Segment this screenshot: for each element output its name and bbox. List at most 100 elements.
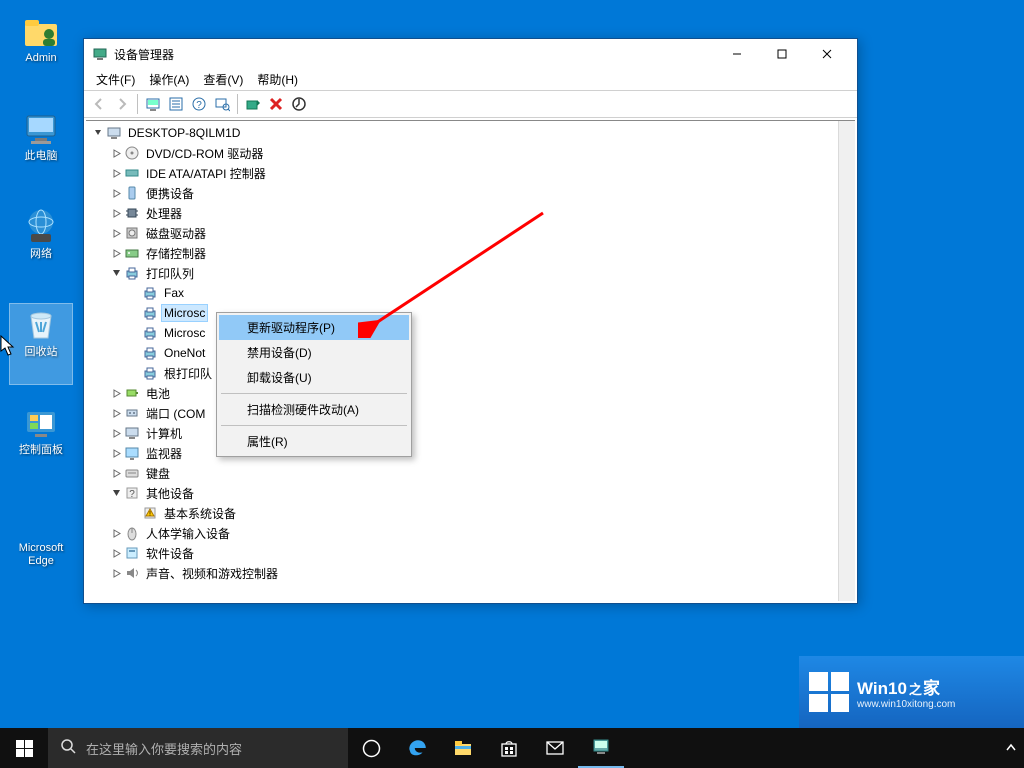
desktop-icon-label: 此电脑 xyxy=(25,150,58,163)
computer-icon xyxy=(106,125,122,141)
hid-icon xyxy=(124,525,140,541)
tool-help-icon[interactable]: ? xyxy=(188,93,210,115)
monitor-icon xyxy=(124,445,140,461)
desktop-icon-edge[interactable]: Microsoft Edge xyxy=(10,500,72,580)
disc-icon xyxy=(124,145,140,161)
collapse-icon[interactable] xyxy=(110,487,122,499)
tree-label: 存储控制器 xyxy=(144,244,208,263)
desktop-icon-control-panel[interactable]: 控制面板 xyxy=(10,402,72,482)
tree-category[interactable]: 处理器 xyxy=(108,203,838,223)
collapse-icon[interactable] xyxy=(92,127,104,139)
expand-icon[interactable] xyxy=(110,547,122,559)
computer-icon xyxy=(21,108,61,148)
tree-label: 电池 xyxy=(144,384,172,403)
collapse-icon[interactable] xyxy=(110,267,122,279)
tree-root[interactable]: DESKTOP-8QILM1D xyxy=(90,123,838,143)
file-explorer-taskbar-icon[interactable] xyxy=(440,728,486,768)
svg-text:?: ? xyxy=(129,489,135,500)
expand-icon[interactable] xyxy=(110,407,122,419)
device-manager-window: 设备管理器 文件(F) 操作(A) 查看(V) 帮助(H) ? xyxy=(83,38,858,604)
tool-scan-icon[interactable] xyxy=(211,93,233,115)
mail-taskbar-icon[interactable] xyxy=(532,728,578,768)
context-menu-item[interactable]: 卸载设备(U) xyxy=(219,365,409,390)
context-menu: 更新驱动程序(P)禁用设备(D)卸载设备(U) 扫描检测硬件改动(A) 属性(R) xyxy=(216,312,412,457)
expand-icon[interactable] xyxy=(110,187,122,199)
tool-properties-icon[interactable] xyxy=(165,93,187,115)
tool-update-driver-icon[interactable] xyxy=(242,93,264,115)
desktop-icon-recycle-bin[interactable]: 回收站 xyxy=(10,304,72,384)
desktop-icon-network[interactable]: 网络 xyxy=(10,206,72,286)
titlebar[interactable]: 设备管理器 xyxy=(84,39,857,69)
separator xyxy=(137,94,138,114)
tree-root-label: DESKTOP-8QILM1D xyxy=(126,125,242,141)
expand-icon[interactable] xyxy=(110,567,122,579)
expand-icon[interactable] xyxy=(110,387,122,399)
tree-category[interactable]: 磁盘驱动器 xyxy=(108,223,838,243)
expand-icon[interactable] xyxy=(110,247,122,259)
minimize-button[interactable] xyxy=(714,40,759,69)
expand-icon[interactable] xyxy=(110,527,122,539)
tree-category[interactable]: 便携设备 xyxy=(108,183,838,203)
vertical-scrollbar[interactable] xyxy=(838,121,855,601)
device-tree[interactable]: DESKTOP-8QILM1D DVD/CD-ROM 驱动器IDE ATA/AT… xyxy=(86,121,838,601)
taskbar-search[interactable]: 在这里输入你要搜索的内容 xyxy=(48,728,348,768)
expand-icon[interactable] xyxy=(110,207,122,219)
expand-icon[interactable] xyxy=(110,467,122,479)
menu-file[interactable]: 文件(F) xyxy=(90,70,141,89)
context-menu-item[interactable]: 禁用设备(D) xyxy=(219,340,409,365)
tree-label: 计算机 xyxy=(144,424,184,443)
tree-label: IDE ATA/ATAPI 控制器 xyxy=(144,164,268,183)
computer-icon xyxy=(124,425,140,441)
device-manager-taskbar-icon[interactable] xyxy=(578,728,624,768)
tree-category[interactable]: IDE ATA/ATAPI 控制器 xyxy=(108,163,838,183)
expand-icon[interactable] xyxy=(110,167,122,179)
tree-category[interactable]: 人体学输入设备 xyxy=(108,523,838,543)
expand-icon[interactable] xyxy=(110,147,122,159)
tree-label: 声音、视频和游戏控制器 xyxy=(144,564,280,583)
tool-disable-icon[interactable] xyxy=(288,93,310,115)
tree-category[interactable]: 键盘 xyxy=(108,463,838,483)
tree-label: 人体学输入设备 xyxy=(144,524,232,543)
desktop-icon-this-pc[interactable]: 此电脑 xyxy=(10,108,72,188)
expand-icon[interactable] xyxy=(110,227,122,239)
tree-category[interactable]: 声音、视频和游戏控制器 xyxy=(108,563,838,583)
tree-label: OneNot xyxy=(162,345,207,361)
tree-category[interactable]: 存储控制器 xyxy=(108,243,838,263)
desktop-icon-admin[interactable]: Admin xyxy=(10,10,72,90)
menubar: 文件(F) 操作(A) 查看(V) 帮助(H) xyxy=(84,69,857,90)
tree-category[interactable]: 软件设备 xyxy=(108,543,838,563)
separator xyxy=(237,94,238,114)
start-button[interactable] xyxy=(0,728,48,768)
tree-category[interactable]: ?其他设备 xyxy=(108,483,838,503)
tray-expand-icon[interactable] xyxy=(998,728,1024,768)
edge-icon xyxy=(21,500,61,540)
tree-category[interactable]: DVD/CD-ROM 驱动器 xyxy=(108,143,838,163)
context-menu-item[interactable]: 扫描检测硬件改动(A) xyxy=(219,397,409,422)
tree-leaf[interactable]: Fax xyxy=(126,283,838,303)
edge-taskbar-icon[interactable] xyxy=(394,728,440,768)
tree-label: 端口 (COM xyxy=(144,404,207,423)
context-menu-item[interactable]: 属性(R) xyxy=(219,429,409,454)
store-taskbar-icon[interactable] xyxy=(486,728,532,768)
tool-uninstall-icon[interactable] xyxy=(265,93,287,115)
tree-label: 处理器 xyxy=(144,204,184,223)
tool-computer-icon[interactable] xyxy=(142,93,164,115)
cortana-icon[interactable] xyxy=(348,728,394,768)
cpu-icon xyxy=(124,205,140,221)
tree-category[interactable]: 打印队列 xyxy=(108,263,838,283)
tree-leaf[interactable]: 基本系统设备 xyxy=(126,503,838,523)
svg-text:?: ? xyxy=(196,100,202,111)
tree-label: 磁盘驱动器 xyxy=(144,224,208,243)
context-menu-item[interactable]: 更新驱动程序(P) xyxy=(219,315,409,340)
tree-label: 便携设备 xyxy=(144,184,196,203)
search-icon xyxy=(60,738,76,759)
maximize-button[interactable] xyxy=(759,40,804,69)
expand-icon[interactable] xyxy=(110,427,122,439)
site-logo-url: www.win10xitong.com xyxy=(857,699,955,710)
menu-help[interactable]: 帮助(H) xyxy=(251,70,304,89)
menu-action[interactable]: 操作(A) xyxy=(143,70,195,89)
close-button[interactable] xyxy=(804,40,849,69)
expand-icon[interactable] xyxy=(110,447,122,459)
tree-label: 根打印队 xyxy=(162,364,214,383)
menu-view[interactable]: 查看(V) xyxy=(197,70,249,89)
